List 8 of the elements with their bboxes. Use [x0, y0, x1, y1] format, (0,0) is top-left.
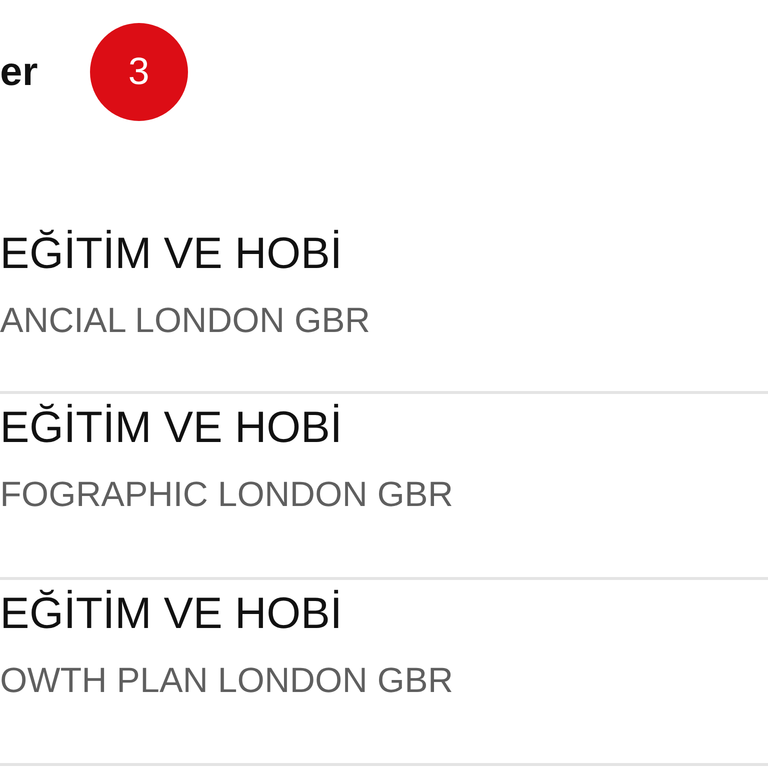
count-badge: 3	[90, 23, 188, 121]
item-title: EĞİTİM VE HOBİ	[0, 402, 344, 454]
item-subtitle: FOGRAPHIC LONDON GBR	[0, 474, 454, 516]
item-title: EĞİTİM VE HOBİ	[0, 228, 344, 280]
item-title: EĞİTİM VE HOBİ	[0, 588, 344, 640]
section-title: er	[0, 50, 38, 94]
item-subtitle: ANCIAL LONDON GBR	[0, 300, 372, 342]
item-subtitle: OWTH PLAN LONDON GBR	[0, 660, 454, 702]
